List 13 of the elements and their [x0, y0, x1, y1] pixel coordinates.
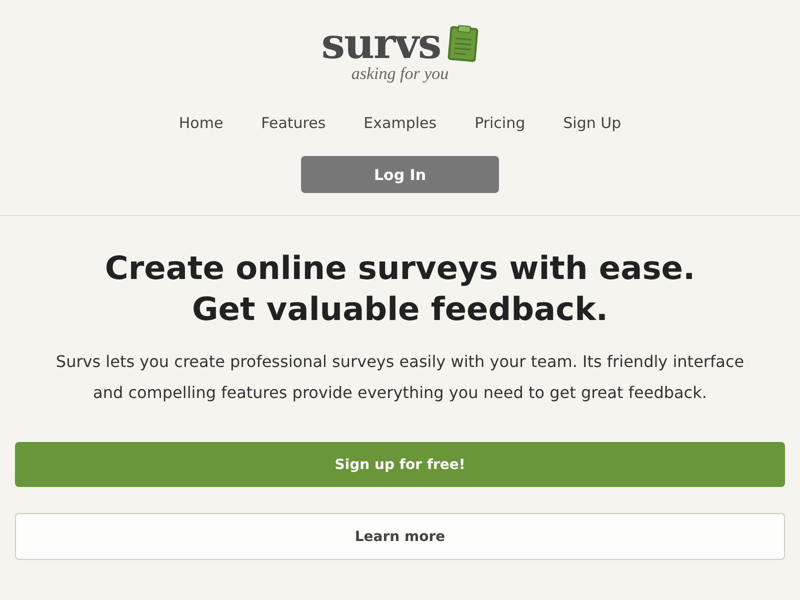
nav-link[interactable]: Examples: [364, 114, 437, 132]
learn-more-button[interactable]: Learn more: [15, 513, 785, 560]
hero-description: Survs lets you create professional surveys easily with your team. Its friendly interface and compelling features provide everything you need to get great feedback.: [54, 351, 746, 404]
headline: Create online surveys with ease.: [104, 248, 696, 289]
login-button[interactable]: Log In: [301, 156, 499, 193]
nav-link[interactable]: Sign Up: [563, 114, 622, 132]
logo-tagline: asking for you: [351, 64, 449, 84]
nav-link[interactable]: Features: [261, 114, 326, 132]
nav-link[interactable]: Pricing: [474, 114, 526, 132]
logo-wordmark: survs: [321, 22, 441, 66]
headline: Get valuable feedback.: [190, 289, 610, 330]
nav-link[interactable]: Home: [178, 114, 224, 132]
clipboard-icon: [446, 25, 479, 63]
